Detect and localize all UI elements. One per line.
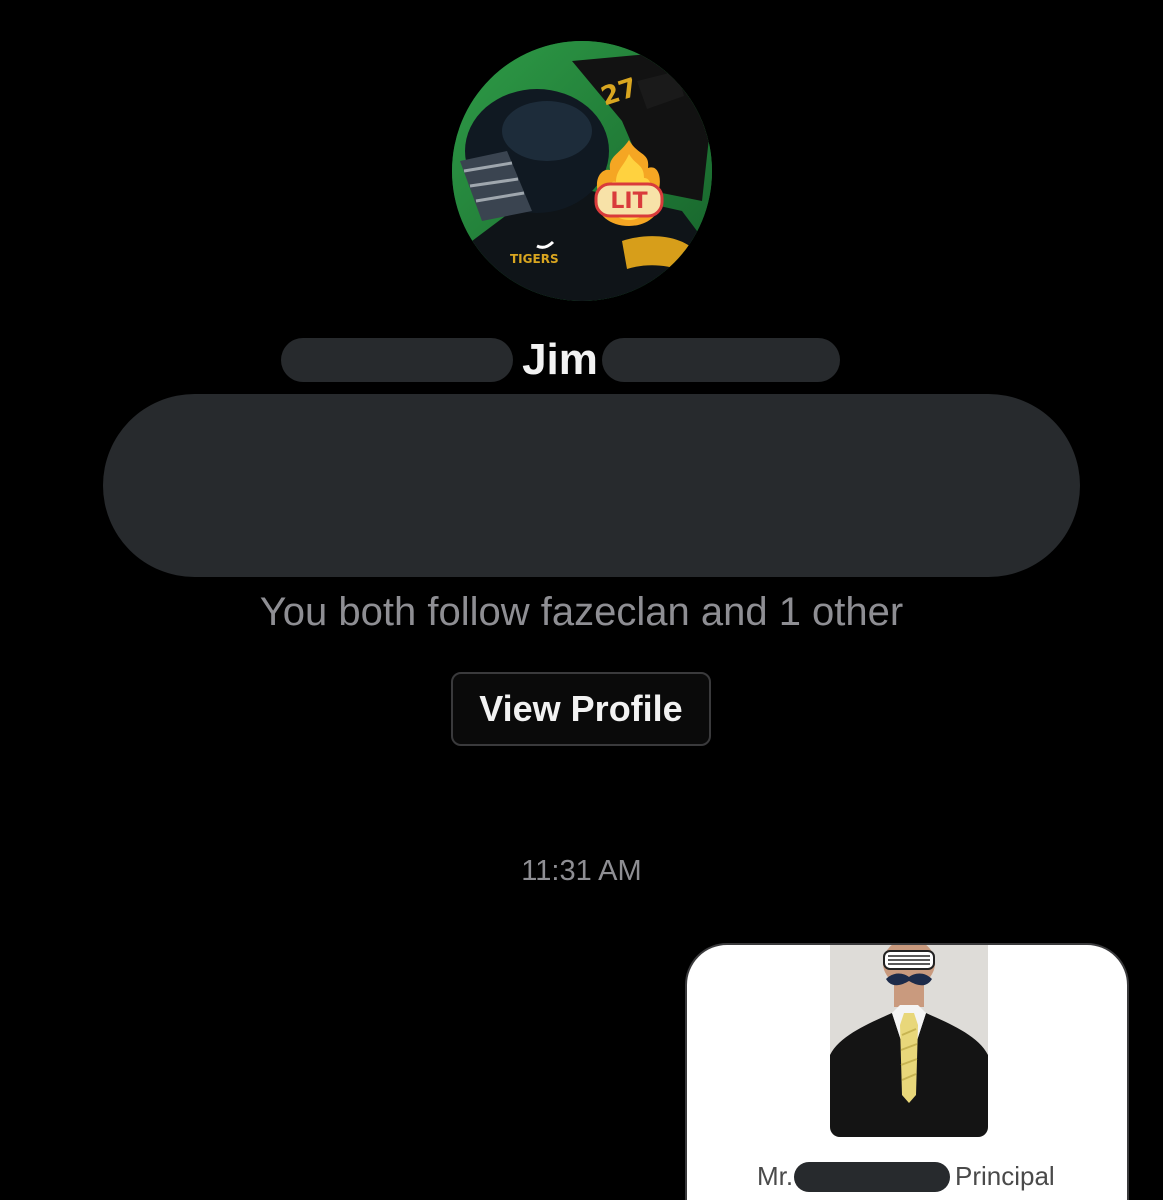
caption-title: Principal <box>955 1161 1055 1191</box>
jersey-text: TIGERS <box>510 252 559 266</box>
avatar-photo: 27 TIGERS <box>452 41 712 301</box>
profile-name-row: Jim <box>0 332 1163 388</box>
view-profile-button[interactable]: View Profile <box>451 672 711 746</box>
profile-avatar[interactable]: 27 TIGERS <box>452 41 712 301</box>
message-timestamp: 11:31 AM <box>521 855 642 887</box>
mutual-followers-text: You both follow fazeclan and 1 other <box>259 590 904 634</box>
shared-post-caption: Mr. Principal <box>687 1158 1127 1198</box>
caption-prefix: Mr. <box>757 1161 794 1191</box>
redacted-bio <box>103 394 1080 577</box>
profile-name: Jim <box>522 335 598 384</box>
shared-post-message[interactable]: Mr. Principal <box>685 943 1129 1200</box>
principal-photo <box>830 945 988 1137</box>
redacted-first-name <box>281 338 513 382</box>
dm-thread-screen: 27 TIGERS LIT Jim You both follow fazecl… <box>0 0 1163 1200</box>
lit-fire-sticker-icon: LIT <box>588 138 670 228</box>
lit-sticker-text: LIT <box>610 189 647 214</box>
redacted-principal-name <box>794 1162 950 1192</box>
redacted-last-name <box>602 338 840 382</box>
